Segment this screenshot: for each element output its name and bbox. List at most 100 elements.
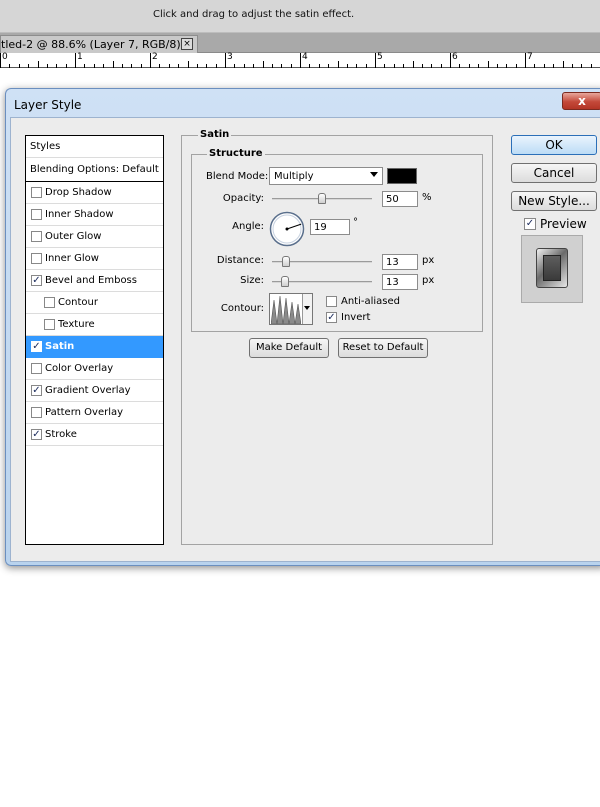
style-item-checkbox[interactable] (31, 209, 42, 220)
horizontal-ruler: 0 1 2 3 4 5 6 7 (0, 52, 600, 68)
style-item-label: Pattern Overlay (45, 407, 124, 418)
style-item-label: Bevel and Emboss (45, 275, 137, 286)
style-item-label: Outer Glow (45, 231, 102, 242)
invert-checkbox[interactable]: ✓ (326, 312, 337, 323)
ruler-number: 4 (302, 52, 308, 62)
style-item-label: Inner Glow (45, 253, 99, 264)
styles-header-label: Styles (30, 141, 61, 152)
opacity-slider[interactable] (272, 193, 372, 205)
style-item-inner-glow[interactable]: Inner Glow (26, 248, 163, 270)
style-item-checkbox[interactable]: ✓ (31, 429, 42, 440)
distance-slider[interactable] (272, 256, 372, 268)
style-item-stroke[interactable]: ✓ Stroke (26, 424, 163, 446)
slider-thumb[interactable] (282, 256, 290, 267)
opacity-unit: % (422, 192, 432, 203)
distance-input[interactable]: 13 (382, 254, 418, 270)
blend-mode-select[interactable]: Multiply (269, 167, 383, 185)
opacity-input[interactable]: 50 (382, 191, 418, 207)
angle-unit: ° (353, 217, 358, 228)
style-item-checkbox[interactable] (31, 407, 42, 418)
style-preview-box (521, 235, 583, 303)
style-item-label: Contour (58, 297, 98, 308)
ruler-ticks (0, 53, 592, 68)
style-item-checkbox[interactable] (44, 319, 55, 330)
preview-checkbox[interactable]: ✓ (524, 218, 536, 230)
angle-dial[interactable] (269, 211, 305, 247)
cancel-button[interactable]: Cancel (511, 163, 597, 183)
anti-aliased-checkbox[interactable] (326, 296, 337, 307)
style-item-label: Stroke (45, 429, 77, 440)
style-item-checkbox[interactable]: ✓ (31, 341, 42, 352)
style-item-satin[interactable]: ✓ Satin (26, 336, 163, 358)
contour-dropdown[interactable] (302, 294, 312, 324)
styles-list-header[interactable]: Styles (26, 136, 163, 158)
slider-thumb[interactable] (281, 276, 289, 287)
style-item-color-overlay[interactable]: Color Overlay (26, 358, 163, 380)
style-item-checkbox[interactable] (31, 187, 42, 198)
style-item-outer-glow[interactable]: Outer Glow (26, 226, 163, 248)
style-item-label: Inner Shadow (45, 209, 114, 220)
ruler-number: 5 (377, 52, 383, 62)
dialog-title: Layer Style (14, 98, 82, 112)
structure-group: Structure Blend Mode: Multiply Opacity: … (191, 148, 483, 332)
layer-style-dialog: Layer Style x Styles Blending Options: D… (5, 88, 600, 566)
size-slider[interactable] (272, 276, 372, 288)
ruler-number: 0 (2, 52, 8, 62)
style-item-checkbox[interactable] (31, 363, 42, 374)
style-item-gradient-overlay[interactable]: ✓ Gradient Overlay (26, 380, 163, 402)
style-item-checkbox[interactable]: ✓ (31, 275, 42, 286)
blend-mode-label: Blend Mode: (206, 171, 269, 182)
ruler-number: 6 (452, 52, 458, 62)
style-item-pattern-overlay[interactable]: Pattern Overlay (26, 402, 163, 424)
satin-panel: Satin Structure Blend Mode: Multiply Opa… (181, 129, 493, 545)
hint-text: Click and drag to adjust the satin effec… (153, 9, 355, 20)
contour-picker[interactable] (269, 293, 313, 325)
style-item-label: Texture (58, 319, 95, 330)
contour-label: Contour: (220, 303, 264, 314)
ruler-number: 1 (77, 52, 83, 62)
structure-group-title: Structure (207, 148, 265, 159)
style-item-inner-shadow[interactable]: Inner Shadow (26, 204, 163, 226)
style-item-contour[interactable]: Contour (26, 292, 163, 314)
make-default-button[interactable]: Make Default (249, 338, 329, 358)
opacity-label: Opacity: (222, 193, 264, 204)
document-tab-label: tled-2 @ 88.6% (Layer 7, RGB/8) * (1, 38, 190, 51)
style-item-checkbox[interactable] (31, 253, 42, 264)
satin-group-title: Satin (198, 129, 232, 140)
style-item-label: Color Overlay (45, 363, 114, 374)
new-style-button[interactable]: New Style... (511, 191, 597, 211)
dialog-client-area: Styles Blending Options: Default Drop Sh… (10, 117, 600, 562)
style-item-checkbox[interactable] (31, 231, 42, 242)
blending-options-item[interactable]: Blending Options: Default (26, 158, 163, 182)
contour-thumbnail-icon (271, 295, 301, 324)
angle-input[interactable]: 19 (310, 219, 350, 235)
blending-options-label: Blending Options: Default (30, 164, 159, 175)
close-tab-icon[interactable]: × (181, 38, 193, 50)
chevron-down-icon (370, 172, 378, 177)
document-tab[interactable]: tled-2 @ 88.6% (Layer 7, RGB/8) * × (0, 35, 198, 53)
slider-thumb[interactable] (318, 193, 326, 204)
preview-label: Preview (540, 217, 587, 231)
reset-to-default-button[interactable]: Reset to Default (338, 338, 428, 358)
size-unit: px (422, 275, 435, 286)
style-item-checkbox[interactable]: ✓ (31, 385, 42, 396)
style-item-checkbox[interactable] (44, 297, 55, 308)
anti-aliased-label: Anti-aliased (341, 296, 401, 307)
style-item-bevel-and-emboss[interactable]: ✓ Bevel and Emboss (26, 270, 163, 292)
blend-color-swatch[interactable] (387, 168, 417, 184)
style-item-drop-shadow[interactable]: Drop Shadow (26, 182, 163, 204)
distance-label: Distance: (216, 255, 264, 266)
dialog-close-button[interactable]: x (562, 92, 600, 110)
blend-mode-value: Multiply (274, 171, 314, 182)
chevron-down-icon (304, 306, 310, 310)
document-tab-bar: tled-2 @ 88.6% (Layer 7, RGB/8) * × (0, 33, 600, 53)
style-item-texture[interactable]: Texture (26, 314, 163, 336)
close-icon: x (578, 94, 586, 108)
ruler-number: 3 (227, 52, 233, 62)
options-bar: Click and drag to adjust the satin effec… (0, 0, 600, 33)
styles-list: Styles Blending Options: Default Drop Sh… (25, 135, 164, 545)
distance-unit: px (422, 255, 435, 266)
angle-label: Angle: (232, 221, 264, 232)
size-input[interactable]: 13 (382, 274, 418, 290)
ok-button[interactable]: OK (511, 135, 597, 155)
